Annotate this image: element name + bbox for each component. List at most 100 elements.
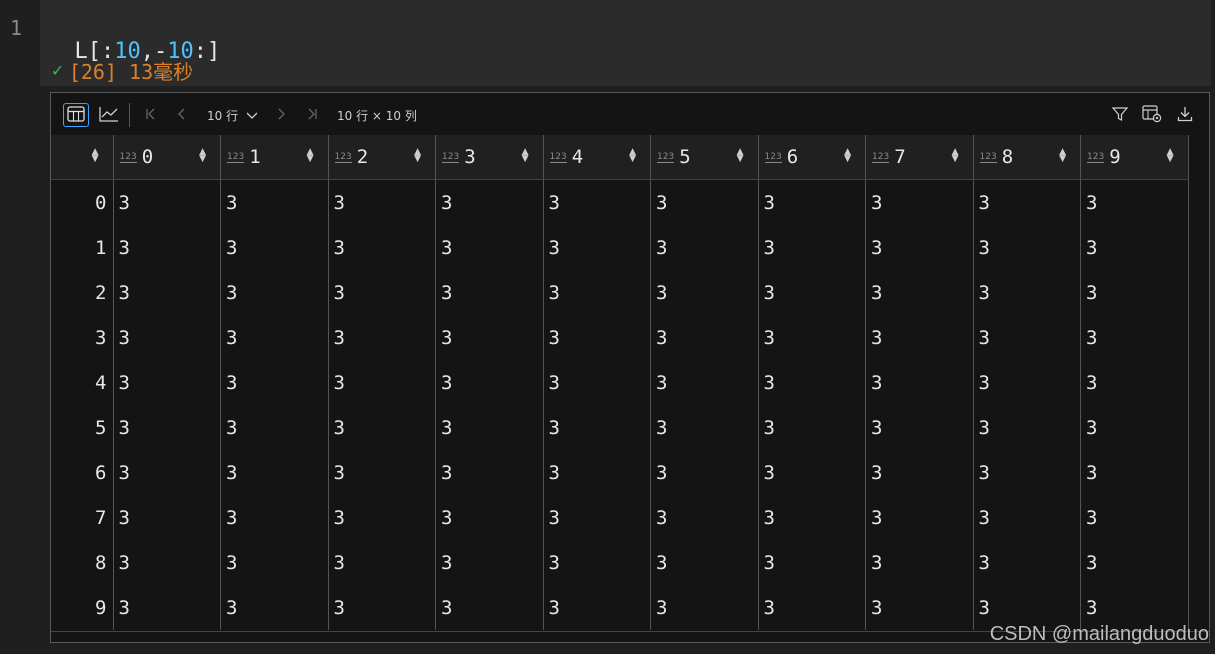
table-cell[interactable]: 3: [113, 315, 221, 360]
table-cell[interactable]: 3: [328, 179, 436, 225]
table-cell[interactable]: 3: [758, 270, 866, 315]
table-cell[interactable]: 3: [973, 450, 1081, 495]
table-cell[interactable]: 3: [435, 179, 544, 225]
table-cell[interactable]: 3: [650, 360, 759, 405]
sort-icon[interactable]: ▲ ▼: [199, 148, 206, 164]
table-cell[interactable]: 3: [543, 315, 651, 360]
table-cell[interactable]: 3: [973, 225, 1081, 270]
table-cell[interactable]: 3: [328, 495, 436, 540]
table-cell[interactable]: 3: [220, 270, 329, 315]
table-cell[interactable]: 3: [650, 495, 759, 540]
table-cell[interactable]: 3: [1080, 405, 1189, 450]
column-header[interactable]: 123 5 ▲ ▼: [650, 135, 759, 180]
table-cell[interactable]: 3: [220, 360, 329, 405]
table-cell[interactable]: 3: [113, 179, 221, 225]
table-cell[interactable]: 3: [1080, 315, 1189, 360]
chart-view-button[interactable]: [96, 103, 122, 127]
table-cell[interactable]: 3: [973, 405, 1081, 450]
table-cell[interactable]: 3: [328, 540, 436, 585]
page-size-select[interactable]: 10 行: [207, 107, 258, 124]
table-cell[interactable]: 3: [758, 179, 866, 225]
table-cell[interactable]: 3: [435, 495, 544, 540]
table-cell[interactable]: 3: [650, 225, 759, 270]
filter-button[interactable]: [1107, 103, 1133, 127]
index-header[interactable]: ▲ ▼: [51, 135, 114, 180]
table-cell[interactable]: 3: [1080, 179, 1189, 225]
table-cell[interactable]: 3: [758, 540, 866, 585]
table-cell[interactable]: 3: [543, 179, 651, 225]
table-cell[interactable]: 3: [1080, 495, 1189, 540]
table-cell[interactable]: 3: [973, 179, 1081, 225]
table-cell[interactable]: 3: [435, 585, 544, 630]
table-cell[interactable]: 3: [113, 540, 221, 585]
table-cell[interactable]: 3: [543, 585, 651, 630]
table-cell[interactable]: 3: [1080, 450, 1189, 495]
table-cell[interactable]: 3: [543, 270, 651, 315]
table-cell[interactable]: 3: [865, 315, 974, 360]
table-cell[interactable]: 3: [543, 540, 651, 585]
table-cell[interactable]: 3: [1080, 360, 1189, 405]
table-cell[interactable]: 3: [328, 270, 436, 315]
table-cell[interactable]: 3: [543, 450, 651, 495]
sort-icon[interactable]: ▲ ▼: [522, 148, 529, 164]
table-cell[interactable]: 3: [220, 405, 329, 450]
next-page-button[interactable]: [268, 103, 294, 127]
table-cell[interactable]: 3: [973, 540, 1081, 585]
table-cell[interactable]: 3: [435, 450, 544, 495]
last-page-button[interactable]: [299, 103, 325, 127]
sort-icon[interactable]: ▲ ▼: [414, 148, 421, 164]
table-cell[interactable]: 3: [220, 450, 329, 495]
table-cell[interactable]: 3: [328, 315, 436, 360]
table-cell[interactable]: 3: [650, 540, 759, 585]
table-cell[interactable]: 3: [758, 315, 866, 360]
table-cell[interactable]: 3: [328, 585, 436, 630]
column-header[interactable]: 123 1 ▲ ▼: [220, 135, 329, 180]
sort-icon[interactable]: ▲ ▼: [629, 148, 636, 164]
table-cell[interactable]: 3: [758, 495, 866, 540]
sort-icon[interactable]: ▲ ▼: [92, 148, 99, 164]
table-cell[interactable]: 3: [113, 360, 221, 405]
table-cell[interactable]: 3: [865, 225, 974, 270]
table-cell[interactable]: 3: [1080, 270, 1189, 315]
table-cell[interactable]: 3: [1080, 225, 1189, 270]
table-cell[interactable]: 3: [435, 360, 544, 405]
sort-icon[interactable]: ▲ ▼: [844, 148, 851, 164]
table-cell[interactable]: 3: [758, 585, 866, 630]
table-cell[interactable]: 3: [758, 450, 866, 495]
table-cell[interactable]: 3: [328, 450, 436, 495]
table-cell[interactable]: 3: [1080, 540, 1189, 585]
first-page-button[interactable]: [138, 103, 164, 127]
sort-icon[interactable]: ▲ ▼: [1059, 148, 1066, 164]
prev-page-button[interactable]: [169, 103, 195, 127]
table-cell[interactable]: 3: [220, 225, 329, 270]
table-cell[interactable]: 3: [758, 225, 866, 270]
column-header[interactable]: 123 8 ▲ ▼: [973, 135, 1081, 180]
column-header[interactable]: 123 6 ▲ ▼: [758, 135, 866, 180]
table-cell[interactable]: 3: [435, 270, 544, 315]
column-header[interactable]: 123 9 ▲ ▼: [1080, 135, 1189, 180]
table-cell[interactable]: 3: [435, 315, 544, 360]
table-cell[interactable]: 3: [973, 495, 1081, 540]
table-cell[interactable]: 3: [758, 405, 866, 450]
table-cell[interactable]: 3: [865, 585, 974, 630]
column-header[interactable]: 123 7 ▲ ▼: [865, 135, 974, 180]
table-cell[interactable]: 3: [973, 270, 1081, 315]
table-cell[interactable]: 3: [113, 405, 221, 450]
table-cell[interactable]: 3: [113, 450, 221, 495]
table-cell[interactable]: 3: [543, 495, 651, 540]
table-view-button[interactable]: [63, 103, 89, 127]
table-cell[interactable]: 3: [650, 270, 759, 315]
table-cell[interactable]: 3: [220, 315, 329, 360]
table-cell[interactable]: 3: [543, 225, 651, 270]
table-cell[interactable]: 3: [435, 540, 544, 585]
table-cell[interactable]: 3: [758, 360, 866, 405]
column-header[interactable]: 123 3 ▲ ▼: [435, 135, 544, 180]
sort-icon[interactable]: ▲ ▼: [307, 148, 314, 164]
column-header[interactable]: 123 2 ▲ ▼: [328, 135, 436, 180]
table-cell[interactable]: 3: [973, 315, 1081, 360]
table-cell[interactable]: 3: [865, 360, 974, 405]
table-cell[interactable]: 3: [650, 405, 759, 450]
sort-icon[interactable]: ▲ ▼: [737, 148, 744, 164]
table-cell[interactable]: 3: [113, 225, 221, 270]
column-header[interactable]: 123 0 ▲ ▼: [113, 135, 221, 180]
